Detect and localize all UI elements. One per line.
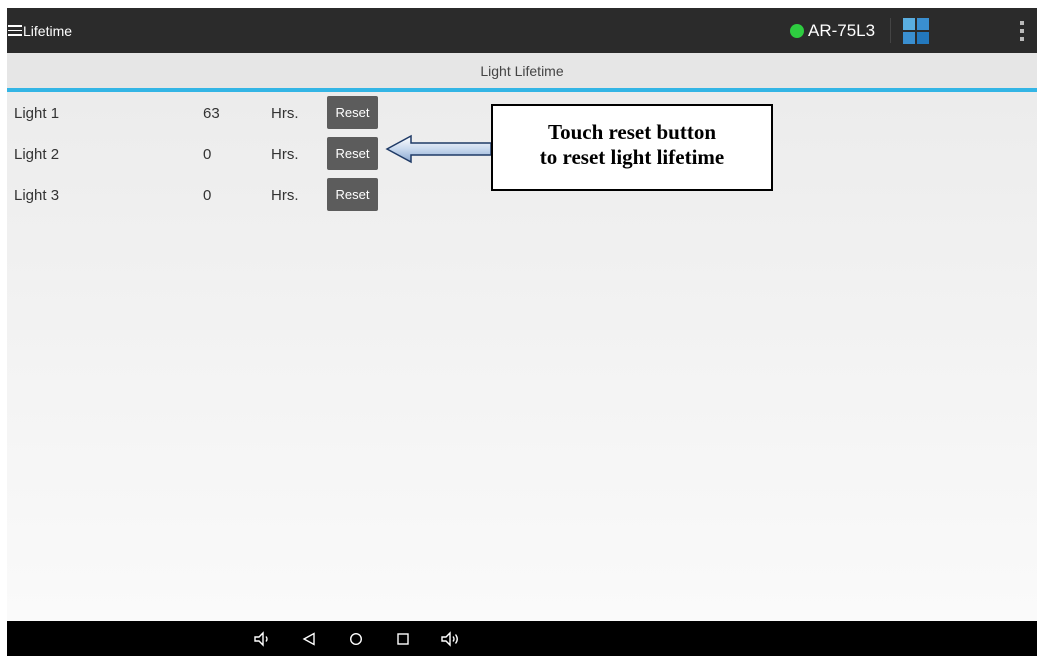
divider — [890, 18, 891, 43]
menu-title: Lifetime — [23, 22, 73, 39]
volume-down-icon[interactable] — [247, 621, 277, 656]
light-name: Light 2 — [14, 146, 60, 163]
overflow-menu-icon[interactable] — [1015, 19, 1029, 43]
menu-button[interactable]: Lifetime — [7, 8, 72, 53]
light-name: Light 3 — [14, 187, 60, 204]
section-title: Light Lifetime — [480, 62, 564, 79]
light-row: Light 2 0 Hrs. Reset — [7, 135, 427, 173]
connection-status-icon — [790, 23, 804, 38]
reset-button-light-2[interactable]: Reset — [327, 137, 378, 170]
light-row: Light 3 0 Hrs. Reset — [7, 176, 427, 214]
light-hours: 63 — [203, 105, 220, 122]
annotation-callout: Touch reset button to reset light lifeti… — [491, 104, 773, 191]
device-name: AR-75L3 — [808, 20, 876, 40]
tiles-icon[interactable] — [903, 18, 929, 44]
back-icon[interactable] — [294, 621, 324, 656]
hours-unit: Hrs. — [271, 146, 299, 163]
section-header: Light Lifetime — [7, 53, 1037, 92]
hours-unit: Hrs. — [271, 187, 299, 204]
device-indicator: AR-75L3 — [790, 8, 875, 53]
light-hours: 0 — [203, 187, 212, 204]
callout-arrow-icon — [385, 134, 492, 164]
system-nav-bar — [7, 621, 1037, 656]
light-name: Light 1 — [14, 105, 60, 122]
light-row: Light 1 63 Hrs. Reset — [7, 94, 427, 132]
home-icon[interactable] — [341, 621, 371, 656]
callout-line-2: to reset light lifetime — [539, 145, 725, 170]
app-screen: Lifetime AR-75L3 Light Lifetime Light 1 … — [7, 8, 1037, 656]
hours-unit: Hrs. — [271, 105, 299, 122]
reset-button-light-3[interactable]: Reset — [327, 178, 378, 211]
light-hours: 0 — [203, 146, 212, 163]
recents-icon[interactable] — [388, 621, 418, 656]
action-bar: Lifetime AR-75L3 — [7, 8, 1037, 53]
volume-up-icon[interactable] — [435, 621, 465, 656]
hamburger-icon — [8, 25, 22, 36]
callout-line-1: Touch reset button — [547, 120, 717, 144]
reset-button-light-1[interactable]: Reset — [327, 96, 378, 129]
